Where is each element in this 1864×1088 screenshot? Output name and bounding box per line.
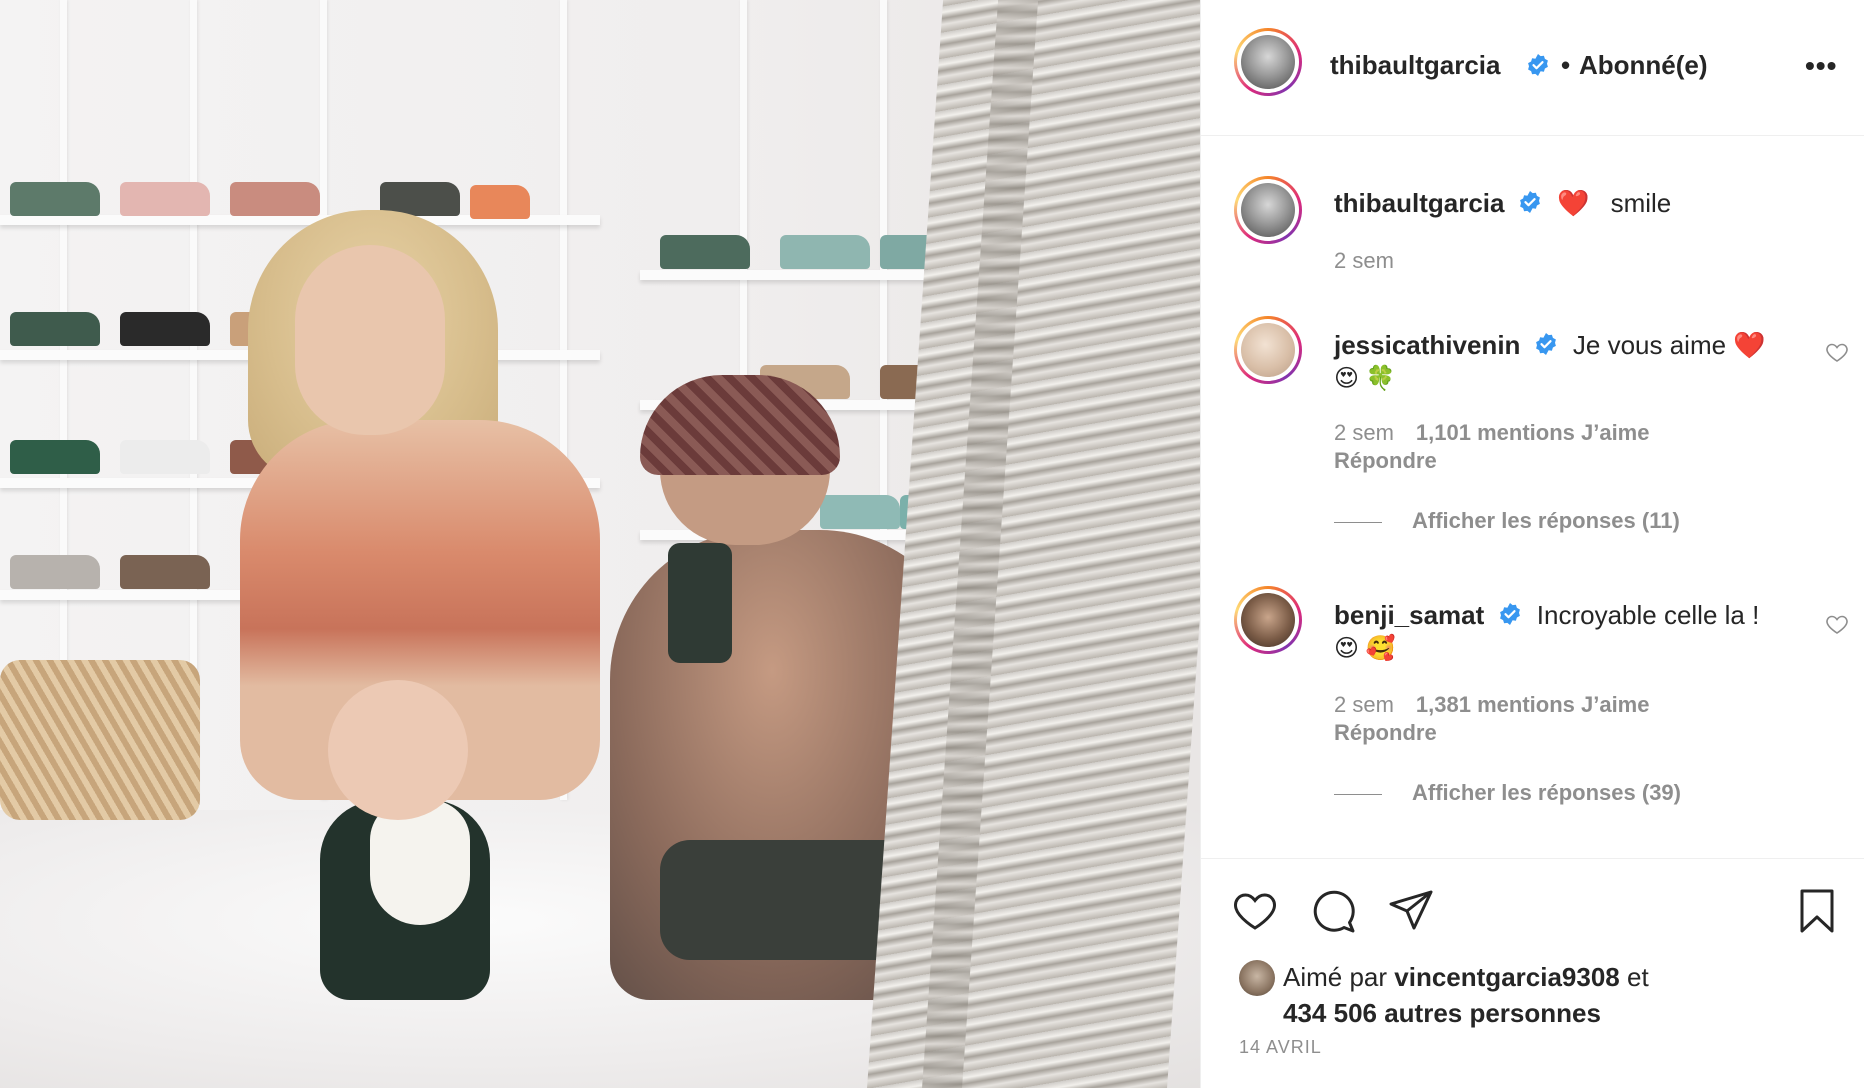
commenter-avatar[interactable] <box>1234 586 1302 654</box>
baby-face <box>328 680 468 820</box>
follow-status-button[interactable]: Abonné(e) <box>1579 50 1708 81</box>
shoe <box>10 440 100 474</box>
liker-avatar[interactable] <box>1239 960 1275 996</box>
post-date[interactable]: 14 AVRIL <box>1239 1037 1322 1058</box>
shoe <box>120 555 210 589</box>
shoe <box>820 495 900 529</box>
verified-badge-icon <box>1535 333 1556 356</box>
comment-meta: 2 sem 1,381 mentions J’aime <box>1334 692 1649 718</box>
caption-text: smile <box>1610 188 1672 218</box>
comment-likes[interactable]: 1,381 mentions J’aime <box>1416 692 1650 717</box>
reply-button[interactable]: Répondre <box>1334 720 1437 746</box>
caption-heart-emoji: ❤️ <box>1556 188 1590 218</box>
comment-emojis: 😍 🍀 <box>1334 365 1396 392</box>
comment-time[interactable]: 2 sem <box>1334 420 1394 445</box>
likes-count[interactable]: 434 506 autres personnes <box>1283 995 1601 1031</box>
view-replies-button[interactable]: Afficher les réponses (39) <box>1334 780 1681 806</box>
caption-username[interactable]: thibaultgarcia <box>1334 188 1504 218</box>
comment-username[interactable]: jessicathivenin <box>1334 330 1520 360</box>
shoe <box>120 440 210 474</box>
shoe <box>780 235 870 269</box>
comment-meta: 2 sem 1,101 mentions J’aime <box>1334 420 1649 446</box>
post-actions: Aimé par vincentgarcia9308 et 434 506 au… <box>1201 858 1864 1088</box>
caption-text-line: thibaultgarcia ❤️ smile <box>1334 188 1671 219</box>
caption-time[interactable]: 2 sem <box>1334 248 1394 274</box>
comment-item: jessicathivenin Je vous aime ❤️ 😍 🍀 2 se… <box>1201 300 1864 560</box>
woman-face <box>295 245 445 435</box>
commenter-avatar[interactable] <box>1234 316 1302 384</box>
caption: thibaultgarcia ❤️ smile 2 sem <box>1201 136 1864 286</box>
shoe <box>120 182 210 216</box>
author-avatar[interactable] <box>1234 28 1302 96</box>
comment-text: Incroyable celle la ! <box>1536 600 1760 630</box>
liker-username[interactable]: vincentgarcia9308 <box>1394 962 1619 992</box>
shoe <box>230 182 320 216</box>
post-photo[interactable] <box>0 0 1200 1088</box>
comment-item: benji_samat Incroyable celle la ! 😍 🥰 2 … <box>1201 572 1864 832</box>
comment-text: Je vous aime ❤️ <box>1572 330 1766 360</box>
shoe <box>10 312 100 346</box>
comment-emojis: 😍 🥰 <box>1334 635 1396 662</box>
smartphone <box>668 543 732 663</box>
verified-badge-icon <box>1528 54 1548 76</box>
comment-icon[interactable] <box>1309 887 1357 935</box>
wicker-basket <box>0 660 200 820</box>
likes-line: Aimé par vincentgarcia9308 et <box>1283 959 1649 995</box>
like-comment-heart-icon[interactable] <box>1825 612 1849 636</box>
view-replies-label: Afficher les réponses (39) <box>1412 780 1681 805</box>
heart-icon[interactable] <box>1231 887 1279 935</box>
separator-dot: • <box>1561 50 1571 80</box>
post-header: thibaultgarcia • Abonné(e) ••• <box>1201 0 1864 136</box>
verified-badge-icon <box>1499 603 1520 626</box>
post-side-panel: thibaultgarcia • Abonné(e) ••• thibaultg… <box>1200 0 1864 1088</box>
author-username[interactable]: thibaultgarcia <box>1330 50 1500 81</box>
shoe <box>10 555 100 589</box>
comment-time[interactable]: 2 sem <box>1334 692 1394 717</box>
like-comment-heart-icon[interactable] <box>1825 340 1849 364</box>
shoe <box>660 235 750 269</box>
comment-likes[interactable]: 1,101 mentions J’aime <box>1416 420 1650 445</box>
view-replies-label: Afficher les réponses (11) <box>1412 508 1680 533</box>
shoe <box>10 182 100 216</box>
replies-divider <box>1334 793 1382 795</box>
replies-divider <box>1334 521 1382 523</box>
caption-avatar[interactable] <box>1234 176 1302 244</box>
verified-badge-icon <box>1519 191 1540 214</box>
bookmark-icon[interactable] <box>1793 887 1841 935</box>
likes-suffix: et <box>1626 962 1649 992</box>
share-icon[interactable] <box>1387 887 1435 935</box>
comment-username[interactable]: benji_samat <box>1334 600 1484 630</box>
likes-prefix: Aimé par <box>1283 962 1388 992</box>
shoe <box>470 185 530 219</box>
comment-text-line: jessicathivenin Je vous aime ❤️ <box>1334 330 1766 361</box>
shoe <box>120 312 210 346</box>
view-replies-button[interactable]: Afficher les réponses (11) <box>1334 508 1680 534</box>
more-options-icon[interactable]: ••• <box>1805 50 1837 82</box>
comment-text-line: benji_samat Incroyable celle la ! <box>1334 600 1759 631</box>
reply-button[interactable]: Répondre <box>1334 448 1437 474</box>
